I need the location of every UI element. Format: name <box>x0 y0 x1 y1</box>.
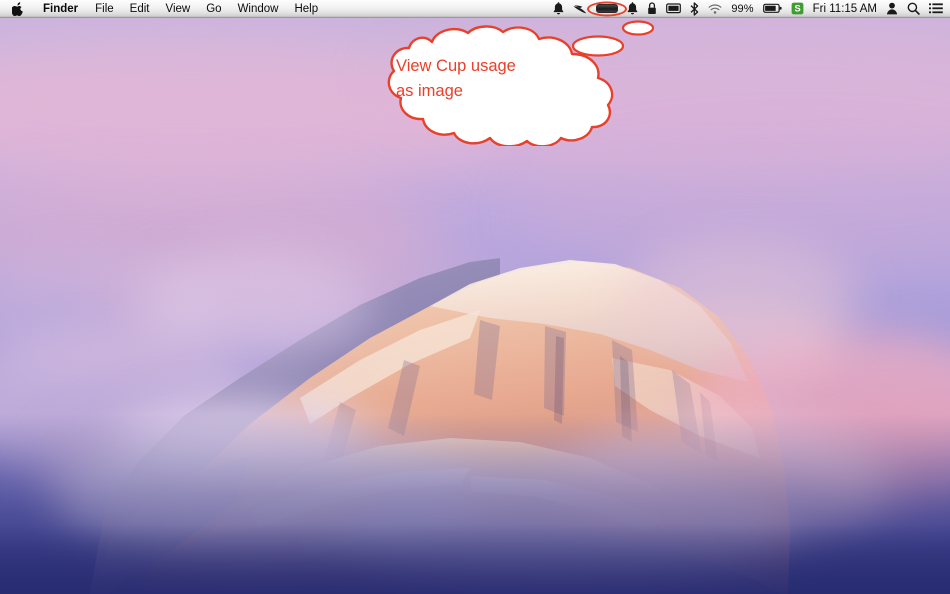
menu-item-finder[interactable]: Finder <box>34 0 87 18</box>
menu-bar: Finder File Edit View Go Window Help <box>0 0 950 18</box>
mist-layer <box>140 250 370 360</box>
sky-cloud-band <box>520 150 950 280</box>
mist-layer <box>60 430 480 560</box>
mist-layer <box>620 240 860 360</box>
menu-bar-clock[interactable]: Fri 11:15 AM <box>813 0 877 18</box>
display-icon[interactable] <box>666 0 681 18</box>
user-account-icon[interactable] <box>886 0 898 18</box>
apple-logo-icon <box>12 2 24 16</box>
bluetooth-icon[interactable] <box>690 0 699 18</box>
menu-item-view[interactable]: View <box>158 0 199 18</box>
wing-icon[interactable] <box>573 0 587 18</box>
trail-bubble-large <box>573 37 623 56</box>
menu-item-go[interactable]: Go <box>198 0 229 18</box>
mist-layer <box>330 455 790 594</box>
mist-layer <box>560 420 890 550</box>
menu-item-edit[interactable]: Edit <box>122 0 158 18</box>
foreground-haze <box>0 524 950 594</box>
cloud-bank <box>640 300 840 400</box>
wifi-icon[interactable] <box>708 0 722 18</box>
notification-center-icon[interactable] <box>929 0 943 18</box>
spark-app-icon[interactable]: S <box>791 0 804 18</box>
screen: Finder File Edit View Go Window Help <box>0 0 950 594</box>
foreground-haze <box>0 414 950 594</box>
trail-bubble-small <box>623 22 653 35</box>
annotation-thought-trail <box>566 18 656 62</box>
menu-bar-left: Finder File Edit View Go Window Help <box>0 0 326 18</box>
sky-cloud-band <box>0 175 440 295</box>
cloud-bank <box>0 250 220 370</box>
cloud-bank <box>690 330 950 470</box>
bell-icon-2[interactable] <box>627 0 638 18</box>
svg-text:S: S <box>794 4 800 15</box>
lock-icon[interactable] <box>647 0 657 18</box>
battery-percent-label: 99% <box>731 0 753 18</box>
cup-icon-glyph <box>596 4 618 13</box>
apple-menu[interactable] <box>8 2 34 16</box>
mist-layer <box>120 390 370 490</box>
sky-cloud-band <box>100 250 520 360</box>
cup-menubar-icon[interactable] <box>596 0 618 18</box>
bell-icon[interactable] <box>553 0 564 18</box>
battery-icon[interactable] <box>763 0 782 18</box>
menu-item-file[interactable]: File <box>87 0 122 18</box>
cloud-bank <box>0 330 260 480</box>
menu-bar-status-area: 99% S Fri 11:15 AM <box>553 0 950 18</box>
cloud-bank <box>760 380 950 510</box>
annotation-text: View Cup usage as image <box>396 54 586 104</box>
menu-item-window[interactable]: Window <box>230 0 287 18</box>
mountain-peak <box>0 210 950 594</box>
menu-item-help[interactable]: Help <box>286 0 326 18</box>
spotlight-search-icon[interactable] <box>907 0 920 18</box>
cloud-bank <box>40 400 340 550</box>
